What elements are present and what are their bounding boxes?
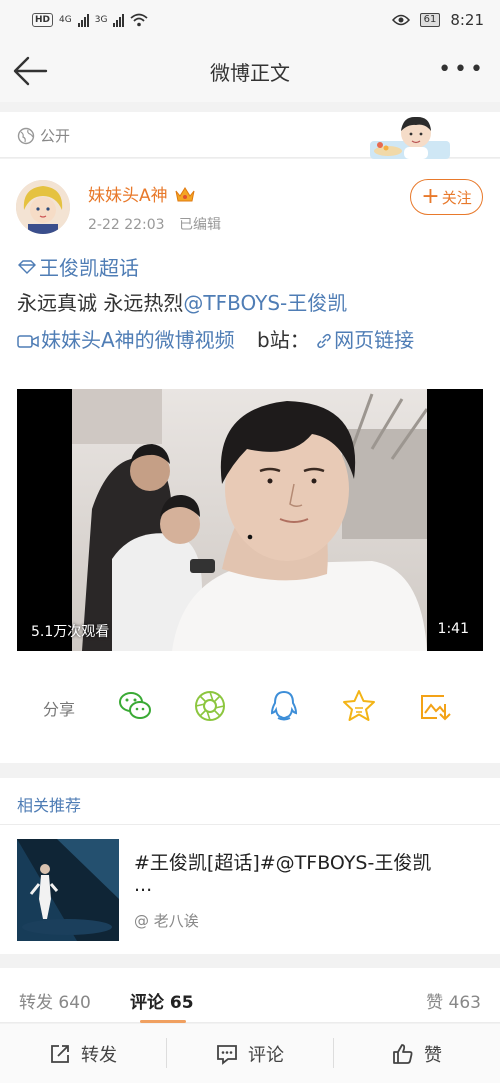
wechat-icon[interactable] [117,688,153,724]
related-thumbnail-image [17,839,119,941]
related-thumbnail[interactable] [17,839,119,941]
mention-link[interactable]: @TFBOYS-王俊凯 [183,291,347,315]
related-item-author[interactable]: @ 老八诶 [134,910,199,931]
topic-text: 王俊凯超话 [39,256,139,280]
post-meta: 2-22 22:03 已编辑 [88,214,221,234]
share-label: 分享 [43,700,76,719]
web-link-text: 网页链接 [334,328,415,352]
post-text: 永远真诚 永远热烈 [17,291,184,315]
wifi-icon [130,13,149,27]
tab-reposts[interactable]: 转发 640 [19,988,91,1013]
interaction-stats: 转发 640 评论 65 赞 463 [0,968,500,1023]
moments-icon[interactable] [192,688,228,724]
repost-label: 转发 [81,1044,117,1066]
repost-icon [51,1044,69,1063]
back-arrow-icon[interactable] [12,54,48,88]
signal-icon [113,13,125,27]
web-link[interactable]: 网页链接 [316,328,414,352]
link-icon [317,333,331,349]
b-label: b站： [257,328,310,352]
video-thumbnail [72,389,427,651]
more-options-icon[interactable]: ••• [438,59,486,81]
status-bar: HD 4G 3G 61 8:21 [0,0,500,40]
visibility-text: 公开 [40,127,71,145]
hd-badge: HD [32,13,54,27]
eye-icon [391,14,410,26]
globe-icon [17,127,35,144]
share-row: 分享 [0,684,500,728]
repost-button[interactable]: 转发 [0,1024,166,1083]
author-name-text: 妹妹头A神 [88,186,168,206]
favorite-star-icon[interactable] [341,688,377,724]
signal-label-1: 4G [59,15,72,25]
post-timestamp: 2-22 22:03 [88,217,165,233]
thumbs-up-icon [393,1043,413,1064]
comment-label: 评论 [248,1044,284,1066]
active-tab-indicator [140,1020,186,1023]
tab-likes[interactable]: 赞 463 [426,988,481,1013]
clock: 8:21 [450,11,484,29]
crown-badge-icon [175,186,195,201]
signal-icon [77,13,89,27]
avatar[interactable] [16,180,70,234]
related-item-text[interactable]: #王俊凯[超话]#@TFBOYS-王俊凯 ... [134,849,474,896]
post-body: 永远真诚 永远热烈@TFBOYS-王俊凯 妹妹头A神的微博视频 b站： 网页链接 [17,285,477,359]
diamond-icon [18,259,36,274]
like-label: 赞 [424,1044,442,1066]
video-player[interactable]: 5.1万次观看 1:41 [17,389,483,651]
visibility-bar: 公开 [0,112,500,159]
video-link[interactable]: 妹妹头A神的微博视频 [17,328,235,352]
bottom-toolbar: 转发 评论 赞 [0,1024,500,1083]
related-section: 相关推荐 #王俊凯[超话]#@TFBOYS-王俊凯 ... @ 老八诶 [0,778,500,954]
author-name[interactable]: 妹妹头A神 [88,181,196,206]
avatar-illustration [16,180,70,234]
battery-indicator: 61 [419,13,441,27]
video-view-count: 5.1万次观看 [31,624,110,640]
qq-icon[interactable] [266,688,302,724]
page-title: 微博正文 [210,60,290,85]
video-link-text: 妹妹头A神的微博视频 [41,328,235,352]
post-card: 妹妹头A神 2-22 22:03 已编辑 + 关注 王俊凯超话 永远真诚 永远热… [0,159,500,763]
video-camera-icon [17,335,39,348]
divider [0,824,500,825]
tab-comments[interactable]: 评论 65 [130,988,194,1013]
fan-sticker-illustration [370,116,450,159]
signal-label-2: 3G [94,15,108,25]
related-title: 相关推荐 [17,796,82,815]
video-duration: 1:41 [437,621,469,637]
plus-icon: + [421,184,440,209]
nav-bar: 微博正文 ••• [0,40,500,102]
follow-button[interactable]: + 关注 [410,179,483,215]
follow-label: 关注 [441,188,472,207]
comment-icon [217,1044,237,1065]
related-item-ellipsis: ... [134,874,153,896]
visibility-label: 公开 [17,125,70,146]
related-item-title: #王俊凯[超话]#@TFBOYS-王俊凯 [134,852,432,874]
edited-label[interactable]: 已编辑 [179,217,221,233]
topic-link[interactable]: 王俊凯超话 [18,252,139,281]
save-image-icon[interactable] [417,688,453,724]
like-button[interactable]: 赞 [334,1024,500,1083]
comment-button[interactable]: 评论 [167,1024,333,1083]
